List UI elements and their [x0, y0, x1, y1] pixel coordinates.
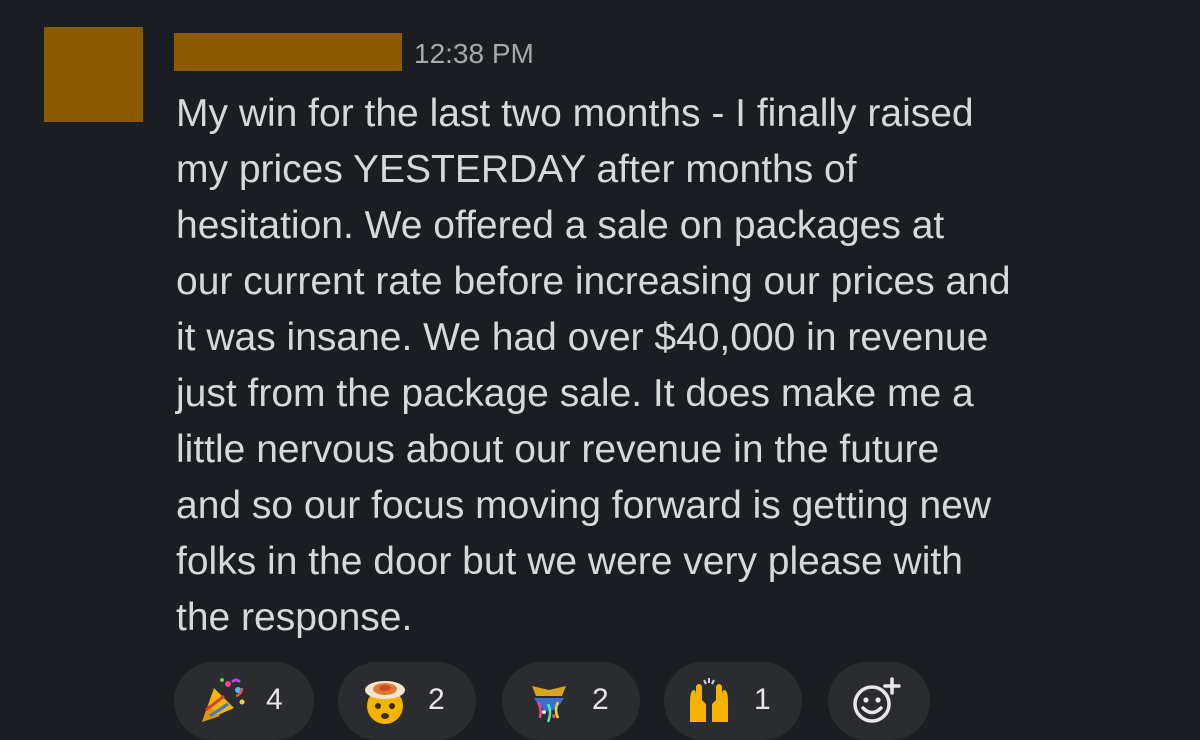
sender-name-redacted[interactable] — [174, 33, 402, 71]
message-line: folks in the door but we were very pleas… — [176, 540, 963, 583]
reaction-raising-hands[interactable]: 1 — [664, 662, 802, 740]
message-line: it was insane. We had over $40,000 in re… — [176, 316, 989, 359]
exploding-head-icon — [360, 676, 410, 726]
add-reaction-button[interactable] — [828, 662, 930, 740]
message-line: My win for the last two months - I final… — [176, 92, 974, 135]
message-timestamp[interactable]: 12:38 PM — [414, 36, 534, 72]
reaction-count: 2 — [592, 683, 609, 716]
message-body: My win for the last two months - I final… — [176, 86, 1176, 646]
reaction-count: 4 — [266, 683, 283, 716]
party-popper-icon — [196, 676, 246, 726]
message-line: just from the package sale. It does make… — [176, 372, 974, 415]
add-reaction-icon — [853, 677, 901, 723]
reaction-count: 2 — [428, 683, 445, 716]
reaction-exploding-head[interactable]: 2 — [338, 662, 476, 740]
message-line: and so our focus moving forward is getti… — [176, 484, 992, 527]
reaction-count: 1 — [754, 683, 771, 716]
reaction-confetti-ball[interactable]: 2 — [502, 662, 640, 740]
message-line: the response. — [176, 596, 413, 639]
message-line: hesitation. We offered a sale on package… — [176, 204, 945, 247]
message-line: our current rate before increasing our p… — [176, 260, 1011, 303]
message-line: my prices YESTERDAY after months of — [176, 148, 857, 191]
reaction-party-popper[interactable]: 4 — [174, 662, 314, 740]
message-line: little nervous about our revenue in the … — [176, 428, 940, 471]
avatar[interactable] — [44, 27, 143, 122]
raising-hands-icon — [684, 676, 734, 726]
message-item: 12:38 PM My win for the last two months … — [0, 0, 1200, 740]
confetti-ball-icon — [524, 676, 574, 726]
